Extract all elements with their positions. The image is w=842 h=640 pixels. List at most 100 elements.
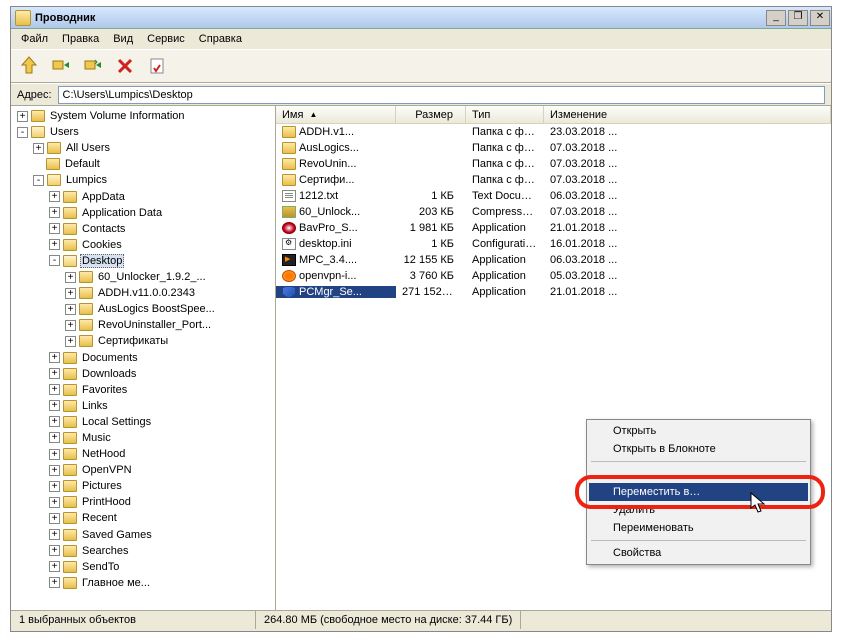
expand-toggle[interactable]: + (49, 577, 60, 588)
tree-item[interactable]: Searches (80, 545, 130, 557)
tree-item[interactable]: Links (80, 400, 110, 412)
context-item[interactable]: Открыть (589, 422, 808, 440)
tree-item[interactable]: Music (80, 432, 113, 444)
tree-item[interactable]: Application Data (80, 207, 164, 219)
expand-toggle[interactable]: + (49, 449, 60, 460)
tree-item[interactable]: Lumpics (64, 174, 109, 186)
tree-item[interactable]: Favorites (80, 384, 129, 396)
file-row[interactable]: desktop.ini1 КБConfiguratio...16.01.2018… (276, 236, 831, 252)
expand-toggle[interactable]: + (49, 561, 60, 572)
minimize-button[interactable]: _ (766, 10, 786, 26)
expand-toggle[interactable]: + (49, 191, 60, 202)
tree-item[interactable]: Documents (80, 352, 140, 364)
file-row[interactable]: PCMgr_Se...271 152 КБApplication21.01.20… (276, 284, 831, 300)
tree-item[interactable]: All Users (64, 142, 112, 154)
tree-item[interactable]: Contacts (80, 223, 127, 235)
folder-icon (63, 464, 77, 476)
expand-toggle[interactable]: + (49, 416, 60, 427)
file-row[interactable]: MPC_3.4....12 155 КБApplication06.03.201… (276, 252, 831, 268)
expand-toggle[interactable]: + (49, 239, 60, 250)
properties-button[interactable] (145, 54, 169, 78)
expand-toggle[interactable]: + (49, 223, 60, 234)
col-size[interactable]: Размер (396, 106, 466, 123)
expand-toggle[interactable]: + (65, 288, 76, 299)
expand-toggle[interactable]: + (49, 352, 60, 363)
tree-item[interactable]: Saved Games (80, 529, 154, 541)
tree-item[interactable]: System Volume Information (48, 110, 187, 122)
expand-toggle[interactable]: + (49, 529, 60, 540)
file-icon (282, 206, 296, 218)
expand-toggle[interactable]: + (49, 400, 60, 411)
tree-item[interactable]: Главное ме... (80, 577, 152, 589)
tree-item[interactable]: OpenVPN (80, 464, 134, 476)
tree-item[interactable]: PrintHood (80, 496, 133, 508)
expand-toggle[interactable]: + (49, 432, 60, 443)
close-button[interactable]: ✕ (810, 10, 830, 26)
tree-item[interactable]: Users (48, 126, 81, 138)
tree-item[interactable]: Cookies (80, 239, 124, 251)
expand-toggle[interactable]: + (65, 320, 76, 331)
tree-item[interactable]: Default (63, 158, 102, 170)
maximize-button[interactable]: ❐ (788, 10, 808, 26)
file-row[interactable]: openvpn-i...3 760 КБApplication05.03.201… (276, 268, 831, 284)
tree-item[interactable]: Local Settings (80, 416, 153, 428)
context-item[interactable]: Переместить в… (589, 483, 808, 501)
tree-item[interactable]: Downloads (80, 368, 138, 380)
tree-item[interactable]: ADDH.v11.0.0.2343 (96, 287, 197, 299)
tree-item[interactable]: 60_Unlocker_1.9.2_... (96, 271, 208, 283)
menu-view[interactable]: Вид (107, 31, 139, 47)
tree-item[interactable]: AppData (80, 191, 127, 203)
address-input[interactable] (58, 86, 825, 104)
file-row[interactable]: AusLogics...Папка с фа...07.03.2018 ... (276, 140, 831, 156)
expand-toggle[interactable]: + (17, 111, 28, 122)
tree-item[interactable]: Pictures (80, 480, 124, 492)
titlebar[interactable]: Проводник _ ❐ ✕ (11, 7, 831, 29)
expand-toggle[interactable]: + (65, 304, 76, 315)
menu-help[interactable]: Справка (193, 31, 248, 47)
menu-service[interactable]: Сервис (141, 31, 191, 47)
file-name: Сертифи... (299, 174, 354, 186)
tree-item[interactable]: Сертификаты (96, 335, 170, 347)
expand-toggle[interactable]: + (33, 143, 44, 154)
expand-toggle[interactable]: + (49, 207, 60, 218)
up-button[interactable] (17, 54, 41, 78)
expand-toggle[interactable]: - (49, 255, 60, 266)
context-item[interactable]: Свойства (589, 544, 808, 562)
tree-item[interactable]: SendTo (80, 561, 121, 573)
file-row[interactable]: ADDH.v1...Папка с фа...23.03.2018 ... (276, 124, 831, 140)
delete-button[interactable] (113, 54, 137, 78)
move-to-button[interactable] (81, 54, 105, 78)
expand-toggle[interactable]: + (49, 497, 60, 508)
expand-toggle[interactable]: + (49, 465, 60, 476)
file-row[interactable]: Сертифи...Папка с фа...07.03.2018 ... (276, 172, 831, 188)
col-type[interactable]: Тип (466, 106, 544, 123)
copy-to-button[interactable] (49, 54, 73, 78)
tree-item[interactable]: Recent (80, 512, 119, 524)
context-item[interactable]: ... (589, 465, 808, 483)
tree-item[interactable]: NetHood (80, 448, 127, 460)
context-item[interactable]: Переименовать (589, 519, 808, 537)
file-row[interactable]: 1212.txt1 КБText Docum...06.03.2018 ... (276, 188, 831, 204)
tree-pane[interactable]: + System Volume Information - Users + All Use… (11, 106, 276, 610)
expand-toggle[interactable]: + (49, 513, 60, 524)
tree-item[interactable]: Desktop (80, 254, 124, 268)
expand-toggle[interactable]: + (49, 384, 60, 395)
expand-toggle[interactable]: - (33, 175, 44, 186)
col-name[interactable]: Имя▲ (276, 106, 396, 123)
menu-edit[interactable]: Правка (56, 31, 105, 47)
context-item[interactable]: Открыть в Блокноте (589, 440, 808, 458)
expand-toggle[interactable]: - (17, 127, 28, 138)
file-row[interactable]: RevoUnin...Папка с фа...07.03.2018 ... (276, 156, 831, 172)
file-row[interactable]: BavPro_S...1 981 КБApplication21.01.2018… (276, 220, 831, 236)
expand-toggle[interactable]: + (65, 336, 76, 347)
expand-toggle[interactable]: + (65, 272, 76, 283)
expand-toggle[interactable]: + (49, 368, 60, 379)
file-row[interactable]: 60_Unlock...203 КБCompressed...07.03.201… (276, 204, 831, 220)
expand-toggle[interactable]: + (49, 481, 60, 492)
context-item[interactable]: Удалить (589, 501, 808, 519)
expand-toggle[interactable]: + (49, 545, 60, 556)
tree-item[interactable]: AusLogics BoostSpee... (96, 303, 217, 315)
menu-file[interactable]: Файл (15, 31, 54, 47)
tree-item[interactable]: RevoUninstaller_Port... (96, 319, 213, 331)
col-date[interactable]: Изменение (544, 106, 831, 123)
